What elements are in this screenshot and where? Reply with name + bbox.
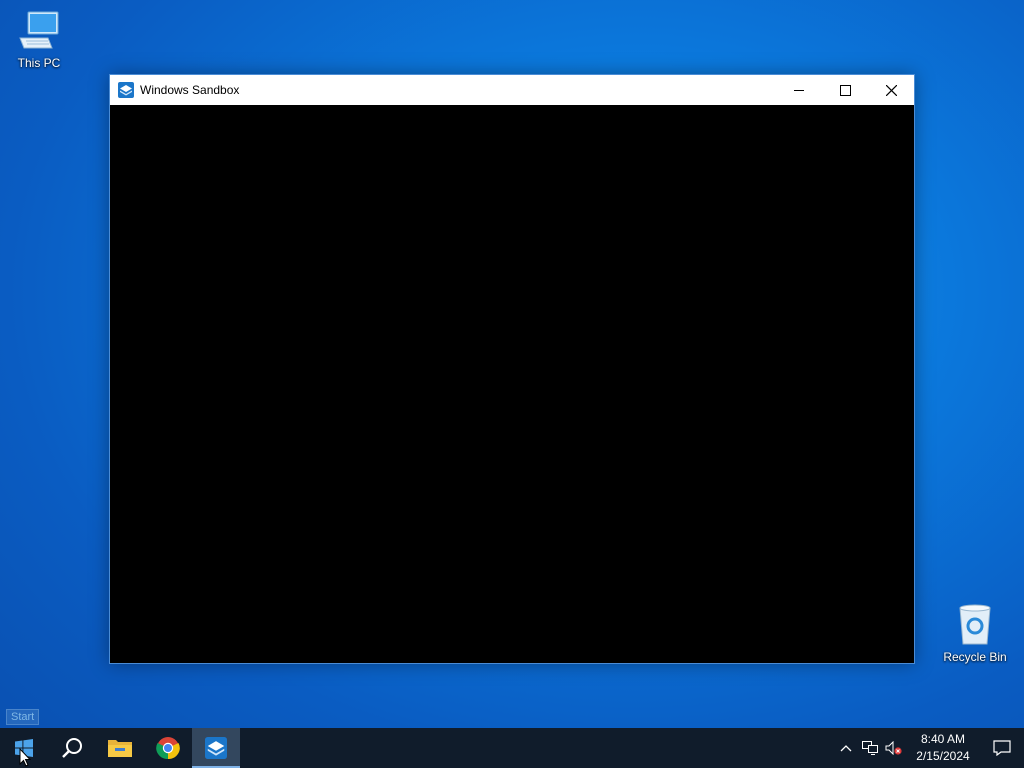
desktop-icon-recycle-bin[interactable]: Recycle Bin	[937, 600, 1013, 664]
network-icon	[862, 741, 878, 755]
clock-time: 8:40 AM	[920, 732, 966, 746]
search-icon	[62, 738, 82, 758]
close-button[interactable]	[868, 75, 914, 105]
volume-button[interactable]	[882, 728, 906, 768]
notification-icon	[993, 740, 1011, 756]
desktop-icon-label: This PC	[17, 56, 61, 70]
computer-icon	[19, 11, 59, 49]
maximize-button[interactable]	[822, 75, 868, 105]
system-tray: 8:40 AM 2/15/2024	[834, 728, 1024, 768]
recycle-bin-icon	[959, 604, 991, 645]
search-button[interactable]	[48, 728, 96, 768]
windows-sandbox-icon	[118, 82, 134, 98]
maximize-icon	[839, 84, 851, 96]
windows-sandbox-icon	[205, 737, 227, 759]
action-center-button[interactable]	[980, 728, 1024, 768]
show-hidden-icons-button[interactable]	[834, 728, 858, 768]
desktop-icon-this-pc[interactable]: This PC	[1, 8, 77, 70]
minimize-button[interactable]	[776, 75, 822, 105]
window-title: Windows Sandbox	[140, 83, 240, 97]
volume-muted-icon	[885, 741, 902, 755]
taskbar: 8:40 AM 2/15/2024	[0, 728, 1024, 768]
window-titlebar[interactable]: Windows Sandbox	[110, 75, 914, 105]
desktop-icon-label: Recycle Bin	[943, 650, 1007, 664]
network-button[interactable]	[858, 728, 882, 768]
file-explorer-button[interactable]	[96, 728, 144, 768]
start-tooltip: Start	[6, 709, 40, 725]
chevron-up-icon	[840, 745, 852, 752]
chrome-button[interactable]	[144, 728, 192, 768]
sandbox-window[interactable]: Windows Sandbox	[109, 74, 915, 664]
clock[interactable]: 8:40 AM 2/15/2024	[906, 731, 980, 765]
clock-date: 2/15/2024	[916, 749, 970, 763]
sandbox-content-area[interactable]	[110, 106, 914, 663]
chrome-icon	[156, 737, 180, 760]
windows-sandbox-task-button[interactable]	[192, 728, 240, 768]
mouse-cursor-icon	[19, 748, 31, 767]
folder-icon	[108, 740, 132, 757]
minimize-icon	[793, 89, 804, 91]
close-icon	[885, 84, 897, 96]
